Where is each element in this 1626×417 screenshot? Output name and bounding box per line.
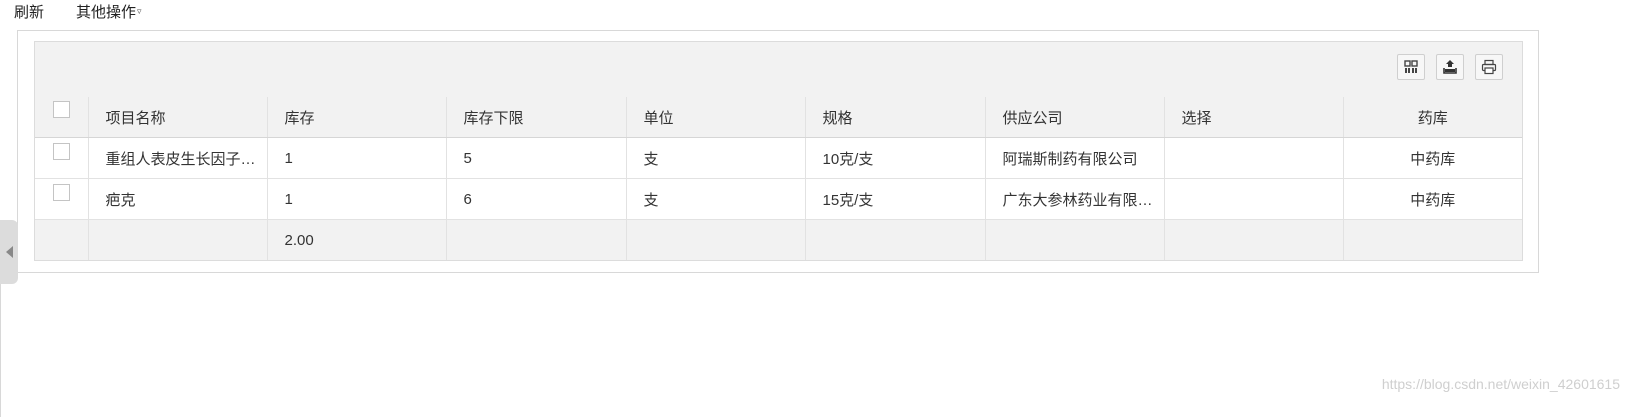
cell-unit: 支 <box>626 178 806 220</box>
column-header-supplier[interactable]: 供应公司 <box>985 97 1165 138</box>
row-checkbox[interactable] <box>52 143 70 160</box>
cell-pharmacy: 中药库 <box>1343 178 1522 220</box>
export-button[interactable] <box>1436 54 1464 80</box>
column-header-pharmacy[interactable]: 药库 <box>1343 97 1522 138</box>
chevron-down-icon: ▿ <box>137 5 142 16</box>
page: 刷新 其他操作 ▿ 项目名称 库存 库存下限 单位 规格 供应公司 选择 药库 … <box>0 0 1626 417</box>
footer-cell <box>35 219 89 260</box>
row-select-cell <box>35 178 89 220</box>
row-select-cell <box>35 137 89 179</box>
cell-item-name: 疤克 <box>88 178 268 220</box>
footer-cell <box>1343 219 1522 260</box>
footer-cell <box>88 219 268 260</box>
cell-select[interactable] <box>1164 178 1344 220</box>
print-icon <box>1481 59 1497 75</box>
column-header-stock-min[interactable]: 库存下限 <box>446 97 627 138</box>
footer-stock-total: 2.00 <box>267 219 447 260</box>
row-checkbox[interactable] <box>52 184 70 201</box>
cell-unit: 支 <box>626 137 806 179</box>
left-divider <box>0 284 1 417</box>
column-header-item-name[interactable]: 项目名称 <box>88 97 268 138</box>
print-button[interactable] <box>1475 54 1503 80</box>
footer-cell <box>446 219 627 260</box>
cell-select[interactable] <box>1164 137 1344 179</box>
cell-item-name: 重组人表皮生长因子凝胶 <box>88 137 268 179</box>
cell-pharmacy: 中药库 <box>1343 137 1522 179</box>
footer-cell <box>985 219 1165 260</box>
footer-cell <box>626 219 806 260</box>
top-toolbar: 刷新 其他操作 ▿ <box>0 0 142 22</box>
export-icon <box>1443 60 1457 74</box>
grid-toolbar <box>35 42 1522 97</box>
column-header-spec[interactable]: 规格 <box>805 97 986 138</box>
more-actions-dropdown[interactable]: 其他操作 ▿ <box>76 1 142 22</box>
more-actions-label: 其他操作 <box>76 3 137 21</box>
data-grid: 项目名称 库存 库存下限 单位 规格 供应公司 选择 药库 重组人表皮生长因子凝… <box>34 41 1523 261</box>
cell-supplier: 阿瑞斯制药有限公司 <box>985 137 1165 179</box>
columns-icon <box>1404 60 1418 73</box>
column-settings-button[interactable] <box>1397 54 1425 80</box>
cell-supplier: 广东大参林药业有限公司 <box>985 178 1165 220</box>
cell-stock: 1 <box>267 137 447 179</box>
table-row[interactable]: 重组人表皮生长因子凝胶 1 5 支 10克/支 阿瑞斯制药有限公司 中药库 <box>35 137 1522 179</box>
select-all-checkbox[interactable] <box>52 101 70 118</box>
cell-stock: 1 <box>267 178 447 220</box>
cell-stock-min: 6 <box>446 178 627 220</box>
chevron-left-icon <box>5 246 13 258</box>
sidebar-collapse-toggle[interactable] <box>0 220 18 284</box>
table-header-row: 项目名称 库存 库存下限 单位 规格 供应公司 选择 药库 <box>35 97 1522 138</box>
table-footer-row: 2.00 <box>35 219 1522 260</box>
footer-cell <box>805 219 986 260</box>
refresh-button[interactable]: 刷新 <box>14 1 44 22</box>
column-header-select[interactable]: 选择 <box>1164 97 1344 138</box>
cell-stock-min: 5 <box>446 137 627 179</box>
table-row[interactable]: 疤克 1 6 支 15克/支 广东大参林药业有限公司 中药库 <box>35 178 1522 220</box>
select-all-cell <box>35 97 89 138</box>
column-header-stock[interactable]: 库存 <box>267 97 447 138</box>
footer-cell <box>1164 219 1344 260</box>
watermark: https://blog.csdn.net/weixin_42601615 <box>1381 376 1620 392</box>
column-header-unit[interactable]: 单位 <box>626 97 806 138</box>
inventory-table: 项目名称 库存 库存下限 单位 规格 供应公司 选择 药库 重组人表皮生长因子凝… <box>35 97 1522 260</box>
cell-spec: 15克/支 <box>805 178 986 220</box>
cell-spec: 10克/支 <box>805 137 986 179</box>
